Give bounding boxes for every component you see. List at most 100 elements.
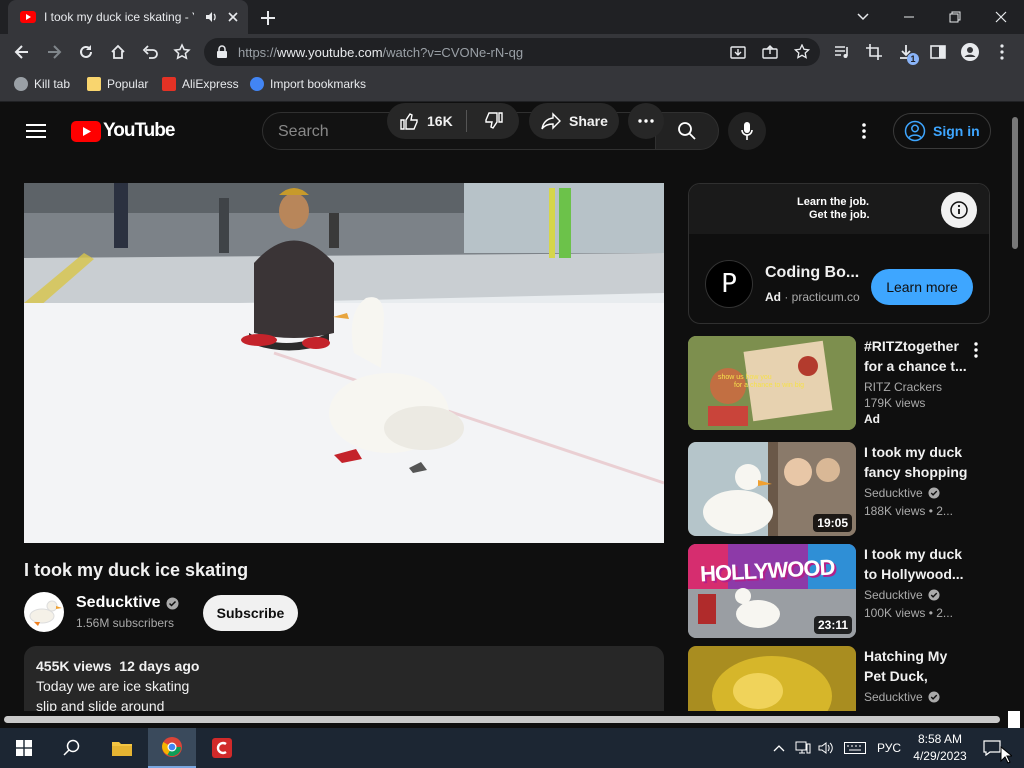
clock-date: 4/29/2023 (913, 749, 967, 763)
video-player[interactable] (24, 183, 664, 543)
vertical-scrollbar[interactable] (1008, 103, 1024, 711)
browser-toolbar: https://www.youtube.com/watch?v=CVONe-rN… (0, 34, 1024, 70)
search-button[interactable] (655, 112, 719, 150)
address-bar[interactable]: https://www.youtube.com/watch?v=CVONe-rN… (204, 38, 820, 66)
share-page-icon[interactable] (762, 44, 778, 60)
like-button[interactable]: 16K (387, 103, 467, 139)
lock-icon[interactable] (216, 45, 228, 59)
subscribe-button[interactable]: Subscribe (203, 595, 298, 631)
home-button[interactable] (105, 39, 131, 65)
back-button[interactable] (9, 39, 35, 65)
downloads-icon[interactable]: 1 (893, 39, 919, 65)
dislike-button[interactable] (469, 103, 519, 139)
globe-icon (14, 77, 28, 91)
thumbs-down-icon (485, 112, 503, 129)
tab-close-icon[interactable] (226, 10, 240, 24)
bookmark-import[interactable]: Import bookmarks (250, 77, 366, 91)
tray-chevron-icon[interactable] (768, 728, 790, 768)
verified-icon (928, 691, 940, 703)
ritz-thumb-text-1: show us how you (718, 374, 772, 381)
ad-meta: Ad · practicum.co (765, 290, 860, 304)
start-button[interactable] (0, 728, 48, 768)
tab-audio-icon[interactable] (204, 10, 218, 24)
related-thumbnail[interactable] (688, 646, 856, 711)
clock[interactable]: 8:58 AM 4/29/2023 (912, 731, 968, 765)
profile-icon[interactable] (957, 39, 983, 65)
volume-icon[interactable] (815, 728, 837, 768)
bookmark-kill-tab[interactable]: Kill tab (14, 77, 70, 91)
sign-in-button[interactable]: Sign in (893, 113, 991, 149)
info-icon (950, 201, 968, 219)
vertical-scrollbar-thumb[interactable] (1012, 117, 1018, 249)
aliexpress-icon (162, 77, 176, 91)
restore-button[interactable] (932, 0, 978, 34)
subscriber-count: 1.56M subscribers (76, 616, 175, 630)
related-video-hollywood[interactable]: HOLLYWOOD 23:11 I took my duck to Hollyw… (688, 544, 998, 640)
ad-banner-line-2: Get the job. (809, 209, 870, 221)
file-explorer-button[interactable] (98, 728, 146, 768)
tab-title: I took my duck ice skating - YouTube (44, 10, 194, 24)
more-horizontal-icon (638, 119, 654, 123)
keyboard-icon[interactable] (841, 728, 869, 768)
reload-button[interactable] (73, 39, 99, 65)
ad-logo: P (705, 260, 753, 308)
bookmark-star-icon[interactable] (169, 39, 195, 65)
minimize-button[interactable] (886, 0, 932, 34)
ad-card[interactable]: Learn the job. Get the job. P Coding Bo.… (688, 183, 990, 324)
related-video-fancy-shopping[interactable]: 19:05 I took my duck fancy shopping Sedu… (688, 442, 998, 538)
media-control-icon[interactable] (829, 39, 855, 65)
hamburger-menu-icon[interactable] (26, 123, 46, 139)
youtube-page: YouTube Search Sign in I took my duck ic… (0, 103, 1024, 711)
ad-info-button[interactable] (941, 192, 977, 228)
more-actions-button[interactable] (628, 103, 664, 139)
windows-logo-icon (16, 740, 32, 756)
channel-name-row[interactable]: Seducktive (76, 594, 179, 612)
horizontal-scrollbar-thumb[interactable] (4, 716, 1000, 723)
related-video-hatching[interactable]: Hatching My Pet Duck, Seducktive (688, 646, 998, 711)
tab-search-chevron-icon[interactable] (840, 0, 886, 34)
ad-banner[interactable]: Learn the job. Get the job. (689, 184, 989, 234)
language-indicator[interactable]: РУС (872, 728, 906, 768)
related-thumbnail[interactable]: show us how you for a chance to win big (688, 336, 856, 430)
bookmark-aliexpress[interactable]: AliExpress (162, 77, 239, 91)
account-icon (904, 120, 926, 142)
related-menu-icon[interactable] (974, 342, 978, 358)
ritz-thumb-text-2: for a chance to win big (734, 382, 805, 389)
url-text: https://www.youtube.com/watch?v=CVONe-rN… (238, 45, 524, 60)
voice-search-button[interactable] (728, 112, 766, 150)
verified-icon (166, 597, 179, 610)
red-app-taskbar-button[interactable] (198, 728, 246, 768)
video-frame-ice-rink (24, 183, 664, 543)
forward-button[interactable] (41, 39, 67, 65)
video-title: I took my duck ice skating (24, 560, 249, 580)
thumbs-up-icon (400, 113, 418, 130)
like-divider (466, 110, 467, 132)
related-thumbnail[interactable]: HOLLYWOOD 23:11 (688, 544, 856, 638)
undo-icon[interactable] (137, 39, 163, 65)
youtube-logo[interactable]: YouTube (71, 120, 175, 142)
install-app-icon[interactable] (730, 44, 746, 60)
settings-menu-icon[interactable] (862, 123, 866, 139)
new-tab-button[interactable] (258, 8, 278, 28)
bookmark-popular[interactable]: Popular (87, 77, 148, 91)
side-panel-icon[interactable] (925, 39, 951, 65)
description-box[interactable]: 455K views 12 days ago Today we are ice … (24, 646, 664, 711)
browser-menu-icon[interactable] (989, 39, 1015, 65)
close-window-button[interactable] (978, 0, 1024, 34)
bookmarks-bar: Kill tab Popular AliExpress Import bookm… (0, 70, 1024, 102)
horizontal-scrollbar[interactable] (0, 711, 1024, 728)
channel-avatar[interactable] (24, 592, 64, 632)
network-icon[interactable] (792, 728, 814, 768)
browser-tab-active[interactable]: I took my duck ice skating - YouTube (8, 0, 248, 34)
bookmark-page-icon[interactable] (794, 44, 810, 60)
learn-more-button[interactable]: Learn more (871, 269, 973, 305)
chrome-taskbar-button[interactable] (148, 728, 196, 768)
share-button[interactable]: Share (529, 103, 619, 139)
related-video-ritz[interactable]: show us how you for a chance to win big … (688, 336, 998, 432)
related-thumbnail[interactable]: 19:05 (688, 442, 856, 536)
taskbar-search-button[interactable] (48, 728, 96, 768)
video-duration: 23:11 (813, 616, 852, 634)
chrome-icon (162, 737, 182, 757)
ad-name: Coding Bo... (765, 264, 860, 281)
crop-screenshot-icon[interactable] (861, 39, 887, 65)
